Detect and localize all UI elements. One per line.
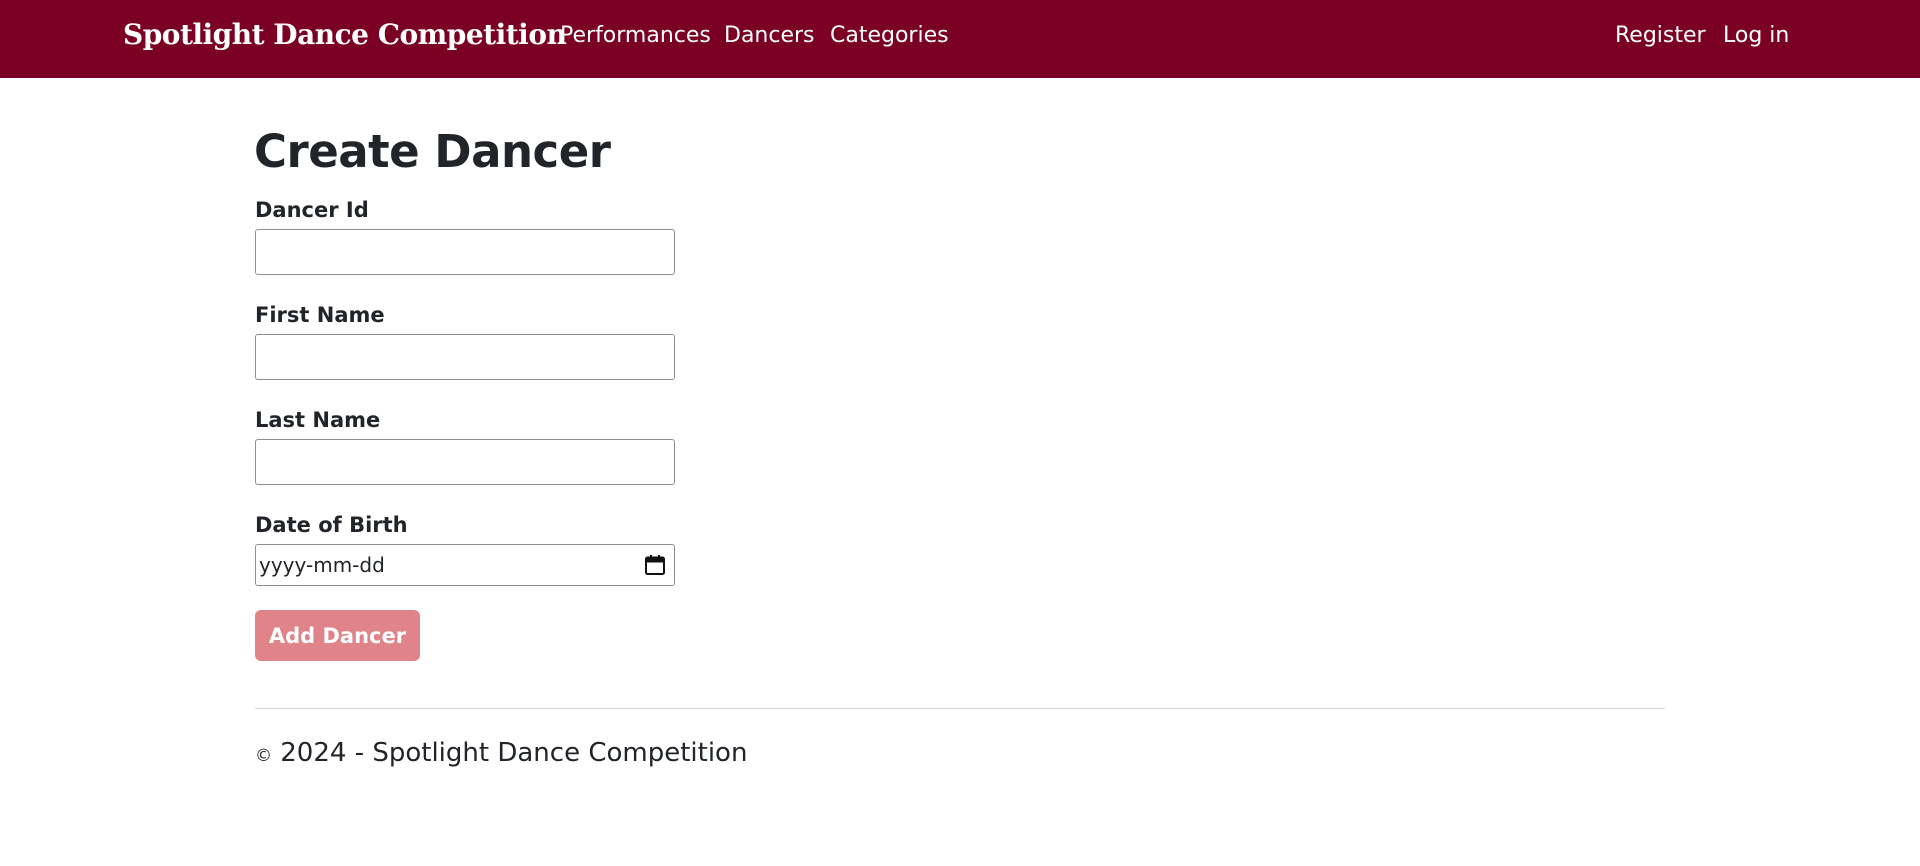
first-name-label: First Name [255, 303, 385, 327]
date-placeholder: yyyy-mm-dd [259, 553, 385, 577]
dancer-id-input[interactable] [255, 229, 675, 275]
footer-divider [255, 708, 1665, 709]
date-of-birth-input[interactable]: yyyy-mm-dd [255, 544, 675, 586]
brand-logo-link[interactable]: Spotlight Dance Competition [123, 18, 567, 51]
nav-link-categories[interactable]: Categories [830, 23, 949, 48]
first-name-input[interactable] [255, 334, 675, 380]
dancer-id-label: Dancer Id [255, 198, 369, 222]
footer: © 2024 - Spotlight Dance Competition [255, 738, 747, 768]
page-title: Create Dancer [254, 125, 611, 178]
calendar-icon[interactable] [644, 554, 666, 576]
date-of-birth-label: Date of Birth [255, 513, 408, 537]
nav-link-dancers[interactable]: Dancers [724, 23, 815, 48]
top-navbar: Spotlight Dance Competition Performances… [0, 0, 1920, 78]
register-link[interactable]: Register [1615, 23, 1706, 48]
add-dancer-button[interactable]: Add Dancer [255, 610, 420, 661]
footer-text: 2024 - Spotlight Dance Competition [280, 738, 748, 768]
nav-link-performances[interactable]: Performances [560, 23, 711, 48]
last-name-label: Last Name [255, 408, 381, 432]
login-link[interactable]: Log in [1723, 23, 1789, 48]
last-name-input[interactable] [255, 439, 675, 485]
copyright-symbol: © [255, 746, 272, 766]
